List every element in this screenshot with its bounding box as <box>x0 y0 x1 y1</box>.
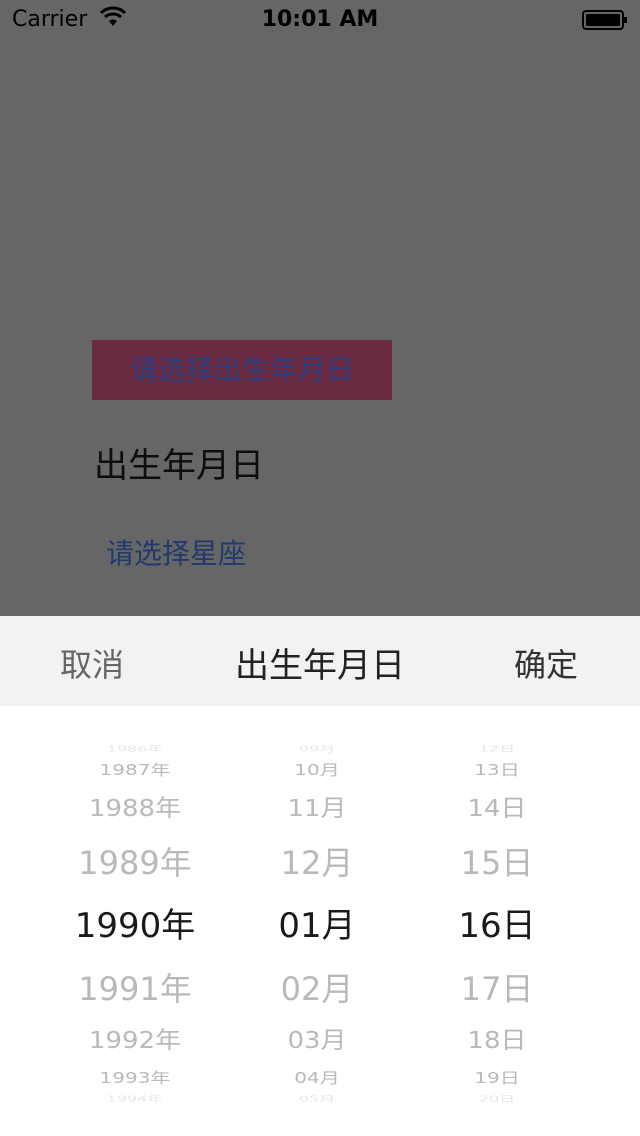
year-option[interactable]: 1994年 <box>30 1092 240 1104</box>
year-option[interactable]: 1992年 <box>30 1022 240 1055</box>
day-option[interactable]: 13日 <box>392 758 602 780</box>
month-option[interactable]: 09月 <box>212 742 422 754</box>
date-picker-sheet: 取消 出生年月日 确定 1986年 1987年 1988年 1989年 1990… <box>0 616 640 1136</box>
year-option[interactable]: 1991年 <box>30 964 240 1010</box>
picker-toolbar: 取消 出生年月日 确定 <box>0 616 640 706</box>
month-option-selected[interactable]: 01月 <box>212 898 422 947</box>
select-zodiac-button[interactable]: 请选择星座 <box>106 532 246 572</box>
status-time: 10:01 AM <box>261 7 379 32</box>
month-option[interactable]: 11月 <box>212 790 422 823</box>
day-option[interactable]: 12日 <box>392 742 602 754</box>
day-option[interactable]: 20日 <box>392 1092 602 1104</box>
year-option[interactable]: 1988年 <box>30 790 240 823</box>
day-option[interactable]: 17日 <box>392 964 602 1010</box>
dim-overlay[interactable] <box>0 0 640 616</box>
day-wheel[interactable]: 12日 13日 14日 15日 16日 17日 18日 19日 20日 <box>392 736 602 1106</box>
year-option-selected[interactable]: 1990年 <box>30 898 240 947</box>
day-option[interactable]: 19日 <box>392 1066 602 1088</box>
year-option[interactable]: 1987年 <box>30 758 240 780</box>
year-option[interactable]: 1993年 <box>30 1066 240 1088</box>
birthdate-label: 出生年月日 <box>94 446 264 486</box>
day-option-selected[interactable]: 16日 <box>392 898 602 947</box>
day-option[interactable]: 18日 <box>392 1022 602 1055</box>
month-wheel[interactable]: 09月 10月 11月 12月 01月 02月 03月 04月 05月 <box>212 736 422 1106</box>
month-option[interactable]: 12月 <box>212 838 422 884</box>
month-option[interactable]: 03月 <box>212 1022 422 1055</box>
month-option[interactable]: 10月 <box>212 758 422 780</box>
select-birthdate-button[interactable]: 请选择出生年月日 <box>92 340 392 400</box>
day-option[interactable]: 14日 <box>392 790 602 823</box>
month-option[interactable]: 04月 <box>212 1066 422 1088</box>
year-option[interactable]: 1989年 <box>30 838 240 884</box>
status-bar: Carrier 10:01 AM <box>0 0 640 40</box>
year-wheel[interactable]: 1986年 1987年 1988年 1989年 1990年 1991年 1992… <box>30 736 240 1106</box>
battery-icon <box>582 10 627 30</box>
month-option[interactable]: 02月 <box>212 964 422 1010</box>
confirm-button[interactable]: 确定 <box>514 640 578 686</box>
year-option[interactable]: 1986年 <box>30 742 240 754</box>
day-option[interactable]: 15日 <box>392 838 602 884</box>
month-option[interactable]: 05月 <box>212 1092 422 1104</box>
